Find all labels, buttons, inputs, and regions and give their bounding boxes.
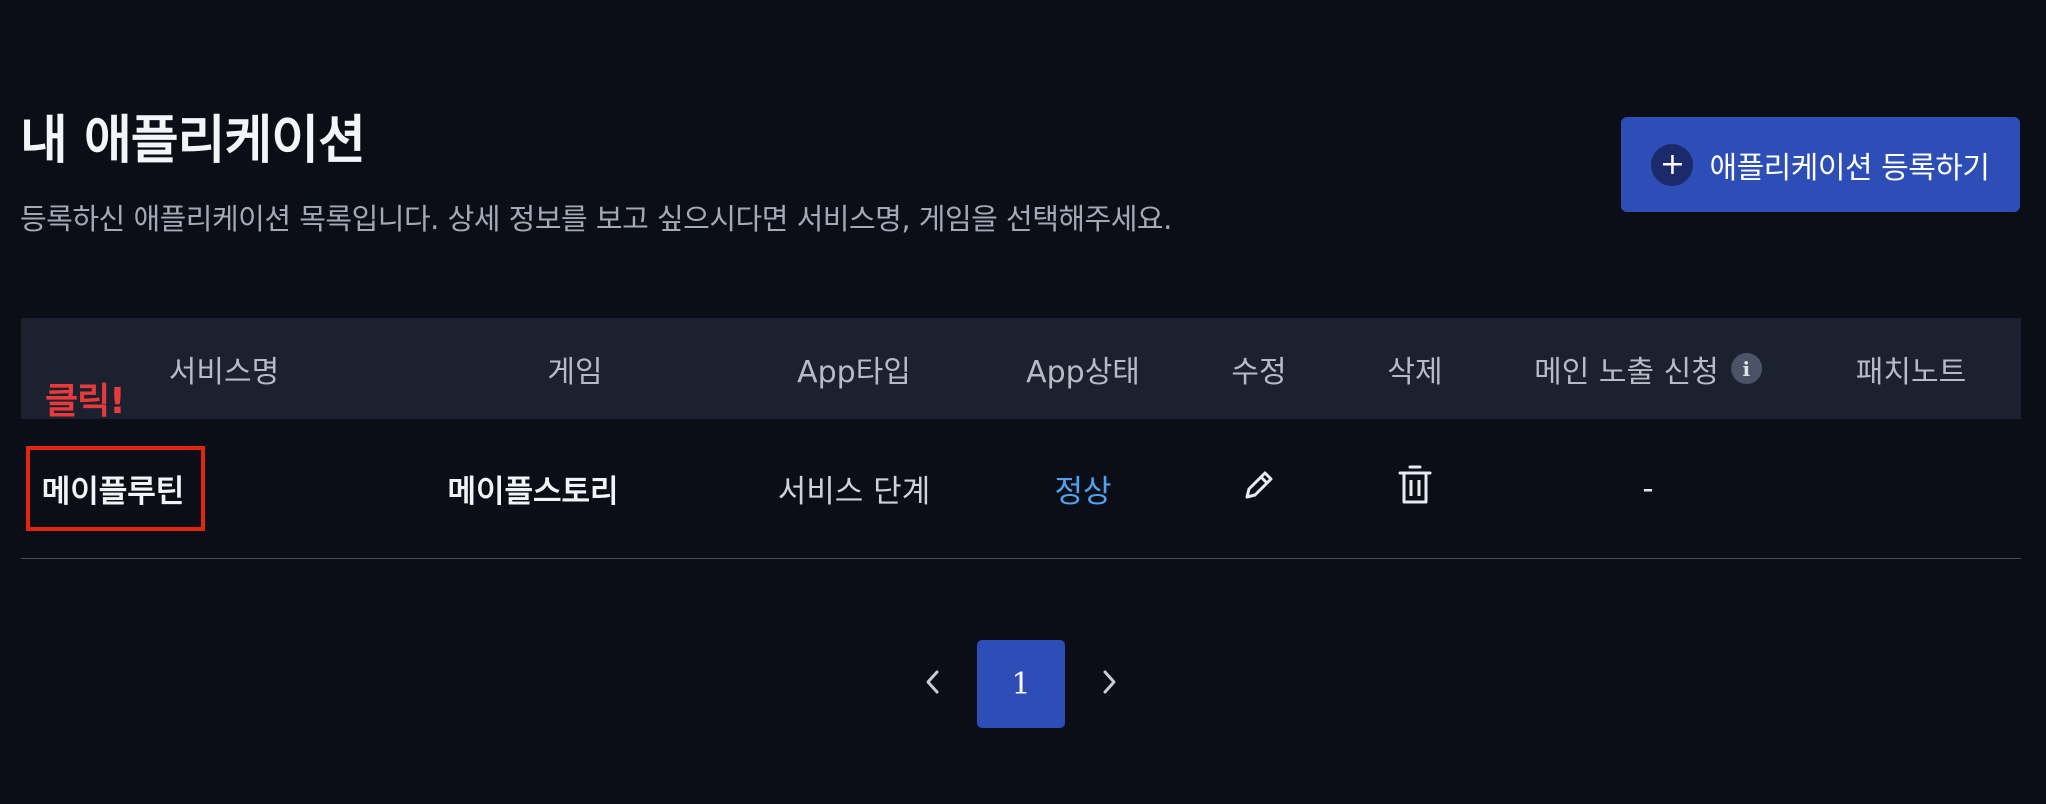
table-header: 서비스명 게임 App타입 App상태 수정 삭제 메인 노출 신청 i 패치노… <box>21 318 2021 419</box>
chevron-right-icon <box>1099 668 1119 700</box>
chevron-left-icon <box>923 668 943 700</box>
highlight-box <box>26 446 205 531</box>
prev-page-button[interactable] <box>913 640 953 728</box>
column-header-edit: 수정 <box>1231 354 1287 390</box>
edit-button[interactable] <box>1239 419 1279 558</box>
page-number-1[interactable]: 1 <box>977 640 1065 728</box>
column-header-patch-notes: 패치노트 <box>1855 354 1967 390</box>
column-header-game: 게임 <box>547 354 603 390</box>
column-header-app-status: App상태 <box>1026 354 1140 390</box>
applications-table: 서비스명 게임 App타입 App상태 수정 삭제 메인 노출 신청 i 패치노… <box>21 318 2021 559</box>
trash-icon <box>1395 463 1435 515</box>
table-row: 메이플루틴 메이플스토리 서비스 단계 정상 - <box>21 419 2021 559</box>
app-status-value: 정상 <box>1054 474 1112 510</box>
column-header-delete: 삭제 <box>1387 354 1443 390</box>
column-header-service: 서비스명 <box>168 354 280 390</box>
delete-button[interactable] <box>1395 419 1435 558</box>
pencil-icon <box>1239 465 1279 513</box>
main-exposure-value: - <box>1642 470 1654 507</box>
plus-icon: + <box>1651 143 1694 186</box>
register-application-button[interactable]: + 애플리케이션 등록하기 <box>1621 117 2020 212</box>
register-button-label: 애플리케이션 등록하기 <box>1709 150 1990 186</box>
page-description: 등록하신 애플리케이션 목록입니다. 상세 정보를 보고 싶으시다면 서비스명,… <box>20 202 1172 236</box>
column-header-main-exposure: 메인 노출 신청 i <box>1534 318 1762 419</box>
next-page-button[interactable] <box>1089 640 1129 728</box>
info-icon[interactable]: i <box>1730 353 1762 384</box>
pagination: 1 <box>0 640 2046 728</box>
page-title: 내 애플리케이션 <box>20 111 366 171</box>
game-name-link[interactable]: 메이플스토리 <box>447 419 618 558</box>
column-header-app-type: App타입 <box>797 354 911 390</box>
app-type-value: 서비스 단계 <box>777 474 931 510</box>
click-annotation: 클릭! <box>45 381 126 422</box>
